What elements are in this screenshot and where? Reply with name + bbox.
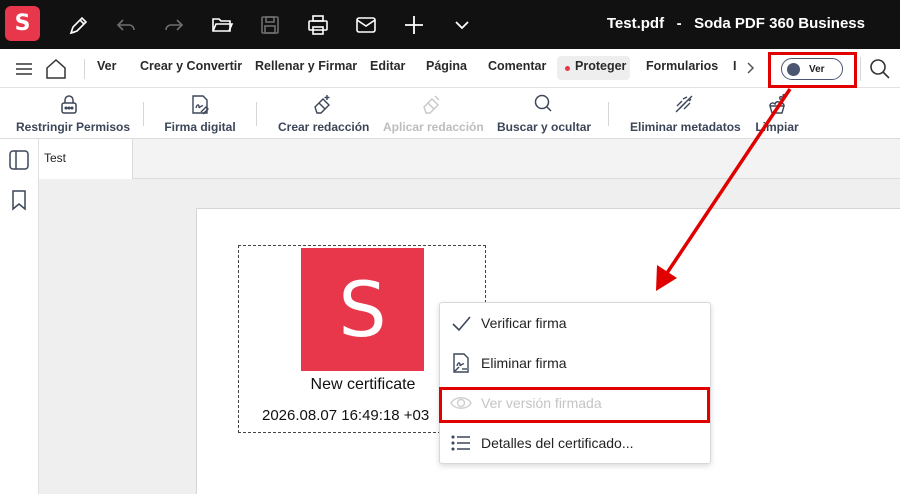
menu-comentar[interactable]: Comentar: [488, 59, 546, 73]
mail-icon[interactable]: [353, 12, 379, 38]
menu-crear-convertir[interactable]: Crear y Convertir: [140, 59, 242, 73]
ribbon-label: Eliminar metadatos: [630, 120, 741, 134]
home-icon[interactable]: [44, 57, 68, 81]
menu-item-label: Verificar firma: [481, 315, 567, 331]
verificar-firma-item[interactable]: Verificar firma: [440, 303, 710, 343]
buscar-ocultar-button[interactable]: Buscar y ocultar: [497, 92, 592, 134]
ribbon-toolbar: Restringir Permisos Firma digital Crear …: [0, 88, 900, 139]
active-indicator-dot: [565, 66, 570, 71]
title-bar: S Test.pdf - Soda PDF 360 Business: [0, 0, 900, 49]
document-tab-bar: Test: [39, 139, 900, 179]
list-icon: [450, 432, 472, 454]
panel-toggle-icon[interactable]: [8, 149, 30, 171]
ribbon-separator: [608, 102, 609, 126]
signature-context-menu: Verificar firma Eliminar firma Ver versi…: [439, 302, 711, 464]
pen-icon[interactable]: [66, 12, 92, 38]
ribbon-label: Crear redacción: [278, 120, 370, 134]
signature-remove-icon: [450, 352, 472, 374]
chevron-down-icon[interactable]: [449, 12, 475, 38]
crear-redaccion-button[interactable]: Crear redacción: [278, 92, 370, 134]
left-sidebar: [0, 139, 39, 494]
menu-ver[interactable]: Ver: [97, 59, 116, 73]
menu-truncated-item[interactable]: I: [733, 59, 736, 73]
menu-item-label: Detalles del certificado...: [481, 435, 634, 451]
highlight-ver-version-firmada: [439, 387, 710, 423]
metadata-remove-icon: [630, 92, 738, 116]
menu-separator: [860, 57, 861, 81]
eraser-add-icon: [278, 92, 365, 116]
hamburger-menu-icon[interactable]: [14, 59, 34, 79]
ribbon-label: Firma digital: [164, 120, 236, 134]
save-icon[interactable]: [257, 12, 283, 38]
menu-separator: [84, 59, 85, 79]
signature-date: 2026.08.07 16:49:18 +03: [262, 407, 430, 424]
menu-bar: Ver Crear y Convertir Rellenar y Firmar …: [0, 49, 900, 88]
search-icon: [497, 92, 588, 116]
menu-pagina[interactable]: Página: [426, 59, 467, 73]
document-tab[interactable]: Test: [39, 139, 133, 179]
detalles-certificado-item[interactable]: Detalles del certificado...: [440, 423, 710, 463]
open-folder-icon[interactable]: [209, 12, 235, 38]
chevron-right-icon[interactable]: [744, 61, 756, 75]
print-icon[interactable]: [305, 12, 331, 38]
ribbon-label: Limpiar: [755, 120, 799, 134]
menu-proteger[interactable]: Proteger: [575, 59, 626, 73]
eliminar-metadatos-button[interactable]: Eliminar metadatos: [630, 92, 741, 134]
window-title: Test.pdf - Soda PDF 360 Business: [606, 15, 865, 32]
check-icon: [450, 312, 472, 334]
ribbon-separator: [256, 102, 257, 126]
clean-icon: [755, 92, 799, 116]
menu-rellenar-firmar[interactable]: Rellenar y Firmar: [255, 59, 357, 73]
restringir-permisos-button[interactable]: Restringir Permisos: [16, 92, 131, 134]
ribbon-label: Restringir Permisos: [16, 120, 131, 134]
undo-icon[interactable]: [113, 12, 139, 38]
ribbon-label: Buscar y ocultar: [497, 120, 592, 134]
ribbon-separator: [143, 102, 144, 126]
aplicar-redaccion-button[interactable]: Aplicar redacción: [383, 92, 484, 134]
document-tab-label: Test: [44, 151, 67, 165]
bookmark-icon[interactable]: [8, 189, 30, 211]
redo-icon[interactable]: [161, 12, 187, 38]
search-icon[interactable]: [869, 58, 891, 80]
lock-icon: [16, 92, 122, 116]
limpiar-button[interactable]: Limpiar: [755, 92, 799, 134]
firma-digital-button[interactable]: Firma digital: [164, 92, 236, 134]
eliminar-firma-item[interactable]: Eliminar firma: [440, 343, 710, 383]
eraser-icon: [383, 92, 479, 116]
ribbon-label: Aplicar redacción: [383, 120, 484, 134]
signature-logo: S: [301, 248, 424, 371]
app-logo[interactable]: S: [5, 6, 40, 41]
menu-editar[interactable]: Editar: [370, 59, 405, 73]
signature-icon: [164, 92, 236, 116]
add-icon[interactable]: [401, 12, 427, 38]
menu-formularios[interactable]: Formularios: [646, 59, 718, 73]
highlight-toggle: [768, 52, 857, 88]
menu-item-label: Eliminar firma: [481, 355, 567, 371]
